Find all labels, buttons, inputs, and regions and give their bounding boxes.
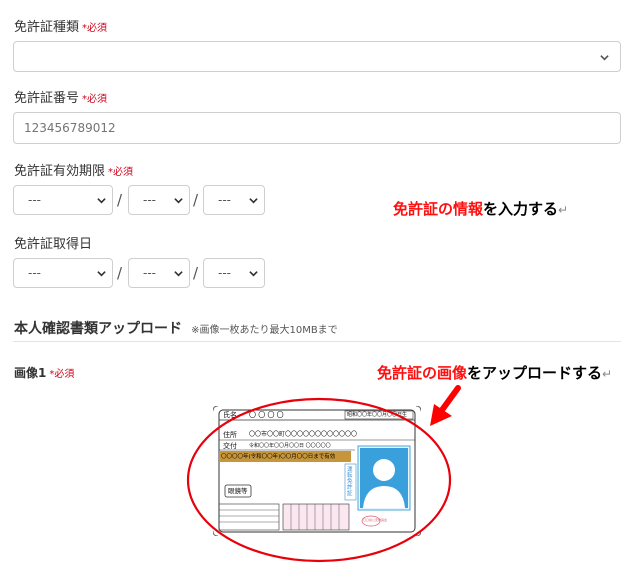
acquired-year-value: --- [28, 266, 41, 280]
annotation-info-highlight: 免許証の情報 [393, 200, 484, 218]
return-mark: ↵ [558, 203, 569, 217]
license-type-select[interactable] [13, 41, 621, 72]
required-mark: *必須 [49, 369, 75, 380]
chevron-down-icon [97, 198, 106, 204]
date-separator: / [193, 264, 199, 282]
expiry-label-text: 免許証有効期限 [14, 164, 106, 179]
required-mark: *必須 [82, 23, 108, 34]
expiry-day-select[interactable]: --- [203, 185, 265, 215]
section-divider [13, 341, 621, 342]
expiry-month-value: --- [143, 193, 156, 207]
required-mark: *必須 [108, 167, 134, 178]
date-separator: / [117, 191, 123, 209]
chevron-down-icon [249, 198, 258, 204]
annotation-info-rest: を入力する [483, 200, 559, 218]
license-number-label-text: 免許証番号 [14, 91, 80, 106]
return-mark: ↵ [602, 367, 613, 381]
chevron-down-icon [174, 198, 183, 204]
acquired-label-text: 免許証取得日 [14, 237, 93, 252]
license-type-label-text: 免許証種類 [14, 20, 80, 35]
image1-label-text: 画像1 [14, 366, 47, 380]
acquired-year-select[interactable]: --- [13, 258, 113, 288]
chevron-down-icon [97, 271, 106, 277]
annotation-image-highlight: 免許証の画像 [377, 364, 468, 382]
expiry-year-value: --- [28, 193, 41, 207]
license-number-label: 免許証番号 *必須 [14, 87, 107, 106]
acquired-day-value: --- [218, 266, 231, 280]
required-mark: *必須 [82, 94, 108, 105]
expiry-day-value: --- [218, 193, 231, 207]
license-number-input[interactable] [13, 112, 621, 144]
highlight-circle [186, 397, 452, 563]
expiry-label: 免許証有効期限 *必須 [14, 160, 133, 179]
upload-section-heading: 本人確認書類アップロード ※画像一枚あたり最大10MBまで [14, 318, 338, 338]
annotation-image: 免許証の画像をアップロードする↵ [377, 362, 612, 383]
chevron-down-icon [600, 55, 609, 61]
chevron-down-icon [249, 271, 258, 277]
upload-section-note: ※画像一枚あたり最大10MBまで [191, 325, 338, 336]
acquired-month-select[interactable]: --- [128, 258, 190, 288]
expiry-month-select[interactable]: --- [128, 185, 190, 215]
chevron-down-icon [174, 271, 183, 277]
date-separator: / [193, 191, 199, 209]
annotation-info: 免許証の情報を入力する↵ [393, 198, 568, 219]
image1-label: 画像1 *必須 [14, 362, 74, 381]
annotation-image-rest: をアップロードする [467, 364, 603, 382]
upload-section-title: 本人確認書類アップロード [14, 321, 182, 337]
expiry-year-select[interactable]: --- [13, 185, 113, 215]
license-type-label: 免許証種類 *必須 [14, 16, 107, 35]
acquired-label: 免許証取得日 [14, 233, 92, 252]
acquired-day-select[interactable]: --- [203, 258, 265, 288]
date-separator: / [117, 264, 123, 282]
acquired-month-value: --- [143, 266, 156, 280]
